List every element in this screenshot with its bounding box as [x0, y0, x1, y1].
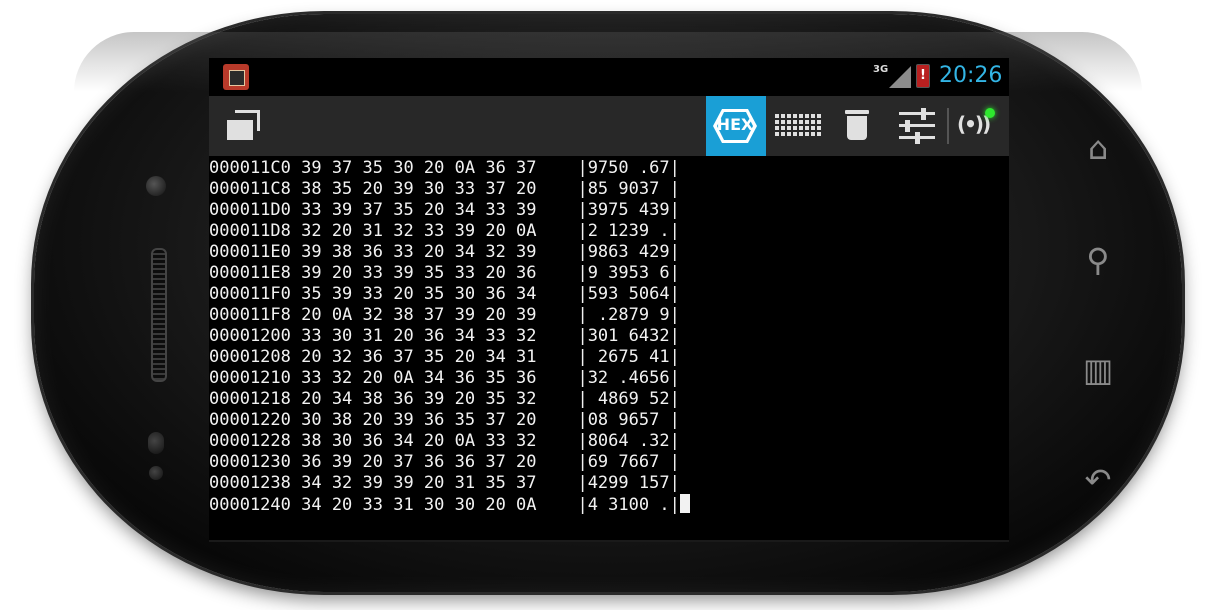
screen-bottom-edge — [209, 540, 1009, 542]
keyboard-button[interactable] — [767, 96, 827, 156]
action-bar: HEX (•)) — [209, 96, 1009, 156]
hex-terminal-output[interactable]: 000011C0 39 37 35 30 20 0A 36 37 |9750 .… — [209, 158, 1009, 542]
terminal-line: 00001240 34 20 33 31 30 30 20 0A |4 3100… — [209, 494, 1009, 515]
terminal-line-text: 00001200 33 30 31 20 36 34 33 32 |301 64… — [209, 326, 680, 346]
terminal-line-text: 00001238 34 32 39 39 20 31 35 37 |4299 1… — [209, 473, 680, 493]
hardware-navigation-keys: ⌂ ⚲ ▥ ↶ — [1074, 124, 1122, 514]
clear-button[interactable] — [827, 96, 887, 156]
terminal-line: 000011C8 38 35 20 39 30 33 37 20 |85 903… — [209, 179, 1009, 200]
network-type-label: 3G — [873, 64, 889, 75]
terminal-line: 000011C0 39 37 35 30 20 0A 36 37 |9750 .… — [209, 158, 1009, 179]
terminal-line-text: 00001208 20 32 36 37 35 20 34 31 | 2675 … — [209, 347, 680, 367]
terminal-line-text: 00001220 30 38 20 39 36 35 37 20 |08 965… — [209, 410, 680, 430]
sliders-icon — [899, 112, 935, 115]
terminal-line: 000011D0 33 39 37 35 20 34 33 39 |3975 4… — [209, 200, 1009, 221]
terminal-line-text: 000011E0 39 38 36 33 20 34 32 39 |9863 4… — [209, 242, 680, 262]
keyboard-icon — [775, 114, 821, 138]
terminal-line-text: 000011C0 39 37 35 30 20 0A 36 37 |9750 .… — [209, 158, 680, 178]
status-clock: 20:26 — [939, 63, 1003, 88]
terminal-line-text: 000011C8 38 35 20 39 30 33 37 20 |85 903… — [209, 179, 680, 199]
status-bar: 3G ! 20:26 — [223, 58, 1009, 96]
connection-status-led — [985, 108, 995, 118]
terminal-line: 00001238 34 32 39 39 20 31 35 37 |4299 1… — [209, 473, 1009, 494]
terminal-line: 00001220 30 38 20 39 36 35 37 20 |08 965… — [209, 410, 1009, 431]
terminal-line: 000011D8 32 20 31 32 33 39 20 0A |2 1239… — [209, 221, 1009, 242]
trash-icon — [845, 110, 869, 114]
terminal-line-text: 00001210 33 32 20 0A 34 36 35 36 |32 .46… — [209, 368, 680, 388]
terminal-line: 00001200 33 30 31 20 36 34 33 32 |301 64… — [209, 326, 1009, 347]
terminal-line: 000011E8 39 20 33 39 35 33 20 36 |9 3953… — [209, 263, 1009, 284]
terminal-line-text: 000011F0 35 39 33 20 35 30 36 34 |593 50… — [209, 284, 680, 304]
settings-button[interactable] — [887, 96, 947, 156]
window-front-shape — [227, 120, 253, 140]
earpiece-speaker — [151, 248, 167, 382]
slider-knob-2 — [905, 120, 910, 132]
terminal-line: 000011E0 39 38 36 33 20 34 32 39 |9863 4… — [209, 242, 1009, 263]
terminal-line-text: 00001240 34 20 33 31 30 30 20 0A |4 3100… — [209, 495, 680, 515]
terminal-line-text: 000011F8 20 0A 32 38 37 39 20 39 | .2879… — [209, 305, 680, 325]
battery-low-icon: ! — [916, 64, 930, 88]
terminal-line: 00001228 38 30 36 34 20 0A 33 32 |8064 .… — [209, 431, 1009, 452]
terminal-line-text: 00001228 38 30 36 34 20 0A 33 32 |8064 .… — [209, 431, 680, 451]
terminal-line: 000011F0 35 39 33 20 35 30 36 34 |593 50… — [209, 284, 1009, 305]
terminal-line: 00001218 20 34 38 36 39 20 35 32 | 4869 … — [209, 389, 1009, 410]
search-key-icon[interactable]: ⚲ — [1074, 236, 1122, 284]
text-cursor — [679, 494, 690, 513]
terminal-line: 00001210 33 32 20 0A 34 36 35 36 |32 .46… — [209, 368, 1009, 389]
connection-button[interactable]: (•)) — [949, 96, 1009, 156]
slider-knob-1 — [921, 108, 926, 120]
menu-key-icon[interactable]: ▥ — [1074, 346, 1122, 394]
terminal-line-text: 00001230 36 39 20 37 36 36 37 20 |69 766… — [209, 452, 680, 472]
connection-icon: (•)) — [957, 112, 991, 136]
windows-icon[interactable] — [217, 96, 277, 156]
device-screen: 3G ! 20:26 HEX (•)) 000011C0 39 37 35 30… — [209, 58, 1009, 542]
terminal-line: 000011F8 20 0A 32 38 37 39 20 39 | .2879… — [209, 305, 1009, 326]
terminal-line-text: 00001218 20 34 38 36 39 20 35 32 | 4869 … — [209, 389, 680, 409]
signal-strength-icon — [889, 66, 911, 88]
terminal-line: 00001208 20 32 36 37 35 20 34 31 | 2675 … — [209, 347, 1009, 368]
terminal-line-text: 000011D8 32 20 31 32 33 39 20 0A |2 1239… — [209, 221, 680, 241]
slider-knob-3 — [915, 132, 920, 144]
home-key-icon[interactable]: ⌂ — [1074, 124, 1122, 172]
trash-body-shape — [847, 116, 867, 140]
proximity-sensor — [148, 432, 164, 454]
front-camera — [146, 176, 166, 196]
terminal-line-text: 000011E8 39 20 33 39 35 33 20 36 |9 3953… — [209, 263, 680, 283]
back-key-icon[interactable]: ↶ — [1074, 456, 1122, 504]
terminal-line: 00001230 36 39 20 37 36 36 37 20 |69 766… — [209, 452, 1009, 473]
hex-mode-button[interactable]: HEX — [706, 96, 766, 156]
hex-mode-label: HEX — [716, 115, 754, 134]
light-sensor — [149, 466, 163, 480]
terminal-line-text: 000011D0 33 39 37 35 20 34 33 39 |3975 4… — [209, 200, 680, 220]
app-notification-icon — [223, 64, 249, 90]
